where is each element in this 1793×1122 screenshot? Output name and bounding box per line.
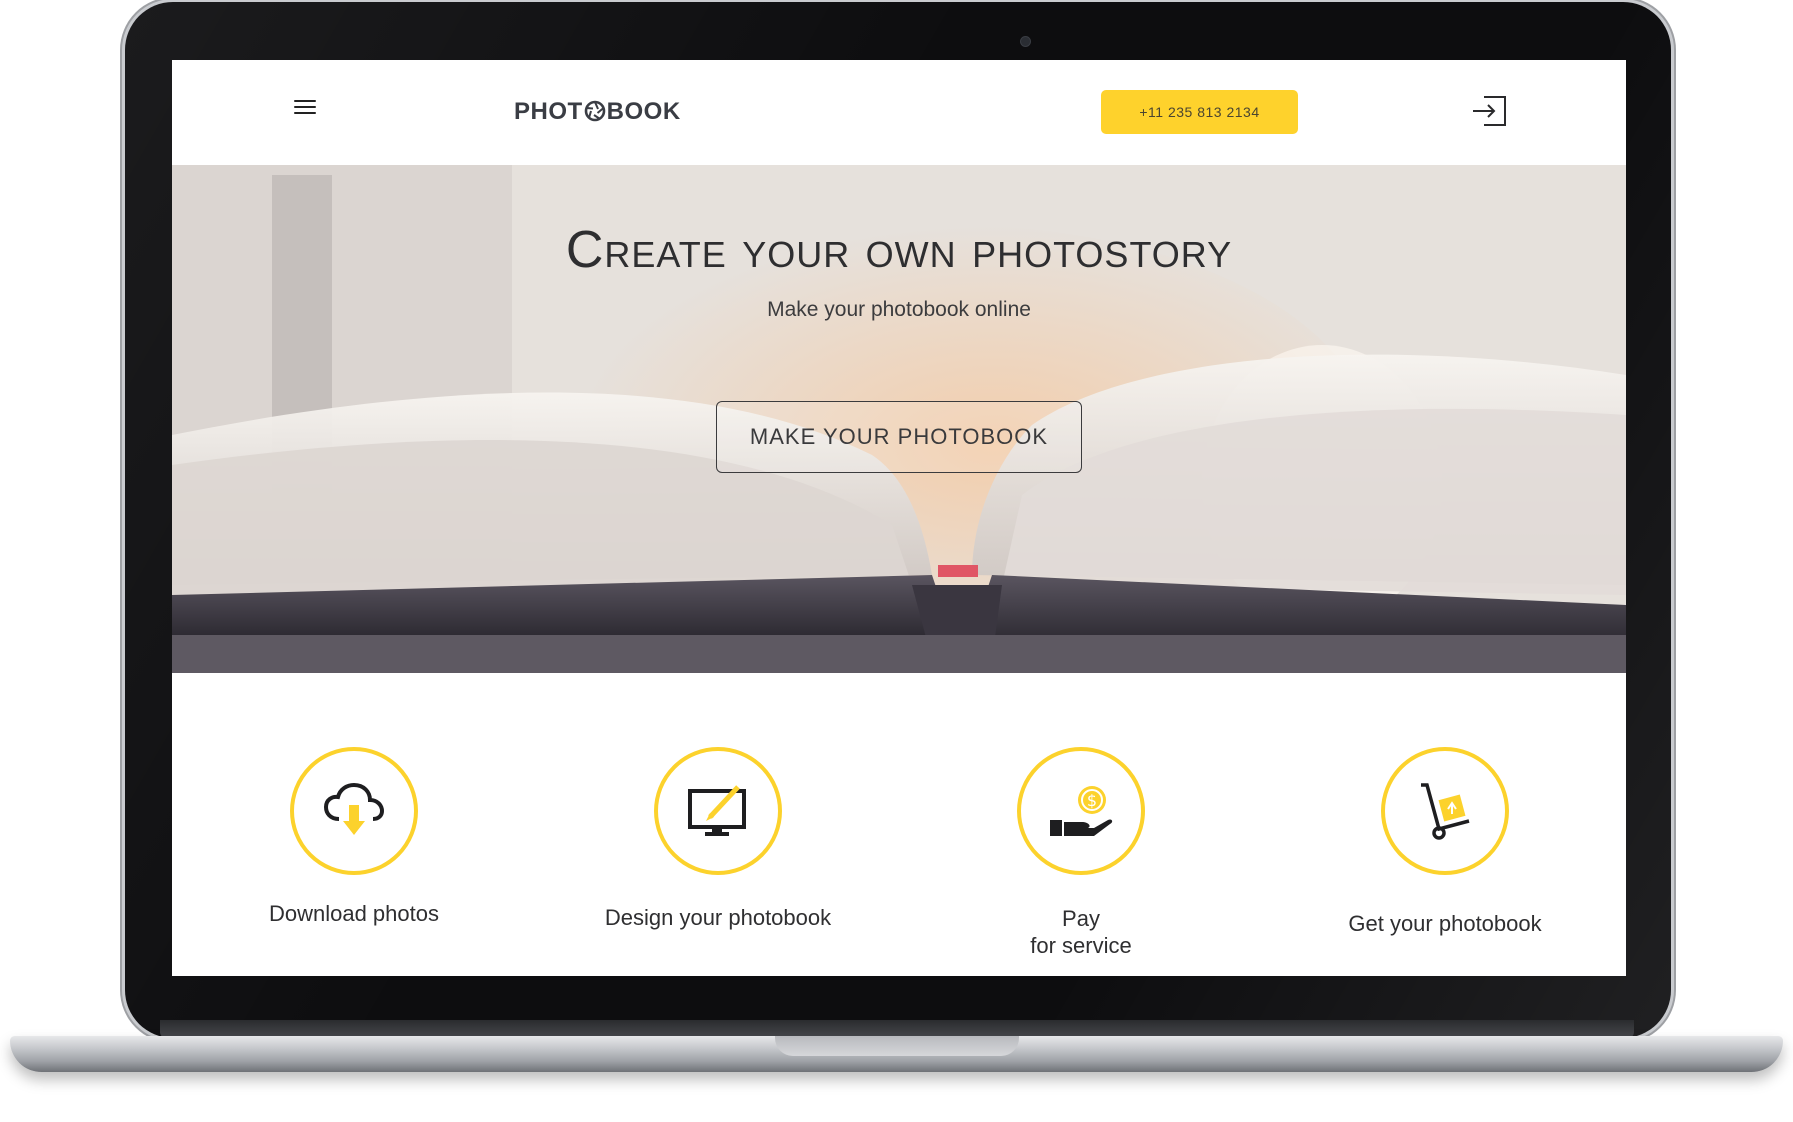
hero-title: Create your own photostory	[565, 221, 1233, 279]
site-logo[interactable]: PHOT BOOK	[514, 98, 681, 126]
laptop-base	[10, 1036, 1783, 1072]
aperture-icon	[584, 100, 605, 122]
steps-section: Download photos Design your photobook $ …	[172, 673, 1626, 976]
site-header: PHOT BOOK +11 235 813 2134	[172, 60, 1626, 165]
step-label-get: Get your photobook	[1348, 911, 1542, 936]
phone-button[interactable]: +11 235 813 2134	[1101, 90, 1298, 134]
laptop-notch	[775, 1036, 1019, 1056]
step-circle-download[interactable]	[290, 747, 418, 875]
svg-text:$: $	[1087, 791, 1097, 810]
webcam	[1020, 36, 1031, 47]
step-circle-pay[interactable]: $	[1017, 747, 1145, 875]
step-label-pay-line1: Pay	[1062, 906, 1100, 931]
logo-text-right: BOOK	[606, 98, 681, 125]
monitor-pencil-icon	[688, 785, 746, 836]
hero-section: Create your own photostory Make your pho…	[172, 165, 1626, 673]
hand-coin-icon: $	[1050, 786, 1113, 836]
hero-subtitle: Make your photobook online	[767, 298, 1031, 321]
step-label-pay: Pay for service	[901, 905, 1261, 959]
step-circle-design[interactable]	[654, 747, 782, 875]
sign-in-icon[interactable]	[1470, 94, 1508, 128]
browser-viewport: PHOT BOOK +11 235 813 2134 Create your o…	[172, 60, 1626, 976]
step-label-design: Design your photobook	[604, 905, 832, 930]
step-circle-get[interactable]	[1381, 747, 1509, 875]
step-label-download: Download photos	[268, 901, 439, 926]
hamburger-menu-icon[interactable]	[294, 100, 316, 118]
step-label-pay-line2: for service	[1030, 933, 1132, 958]
cloud-download-icon	[323, 783, 385, 835]
logo-text-left: PHOT	[514, 98, 583, 125]
hand-truck-icon	[1421, 783, 1470, 840]
make-photobook-button[interactable]: MAKE YOUR PHOTOBOOK	[716, 401, 1082, 473]
